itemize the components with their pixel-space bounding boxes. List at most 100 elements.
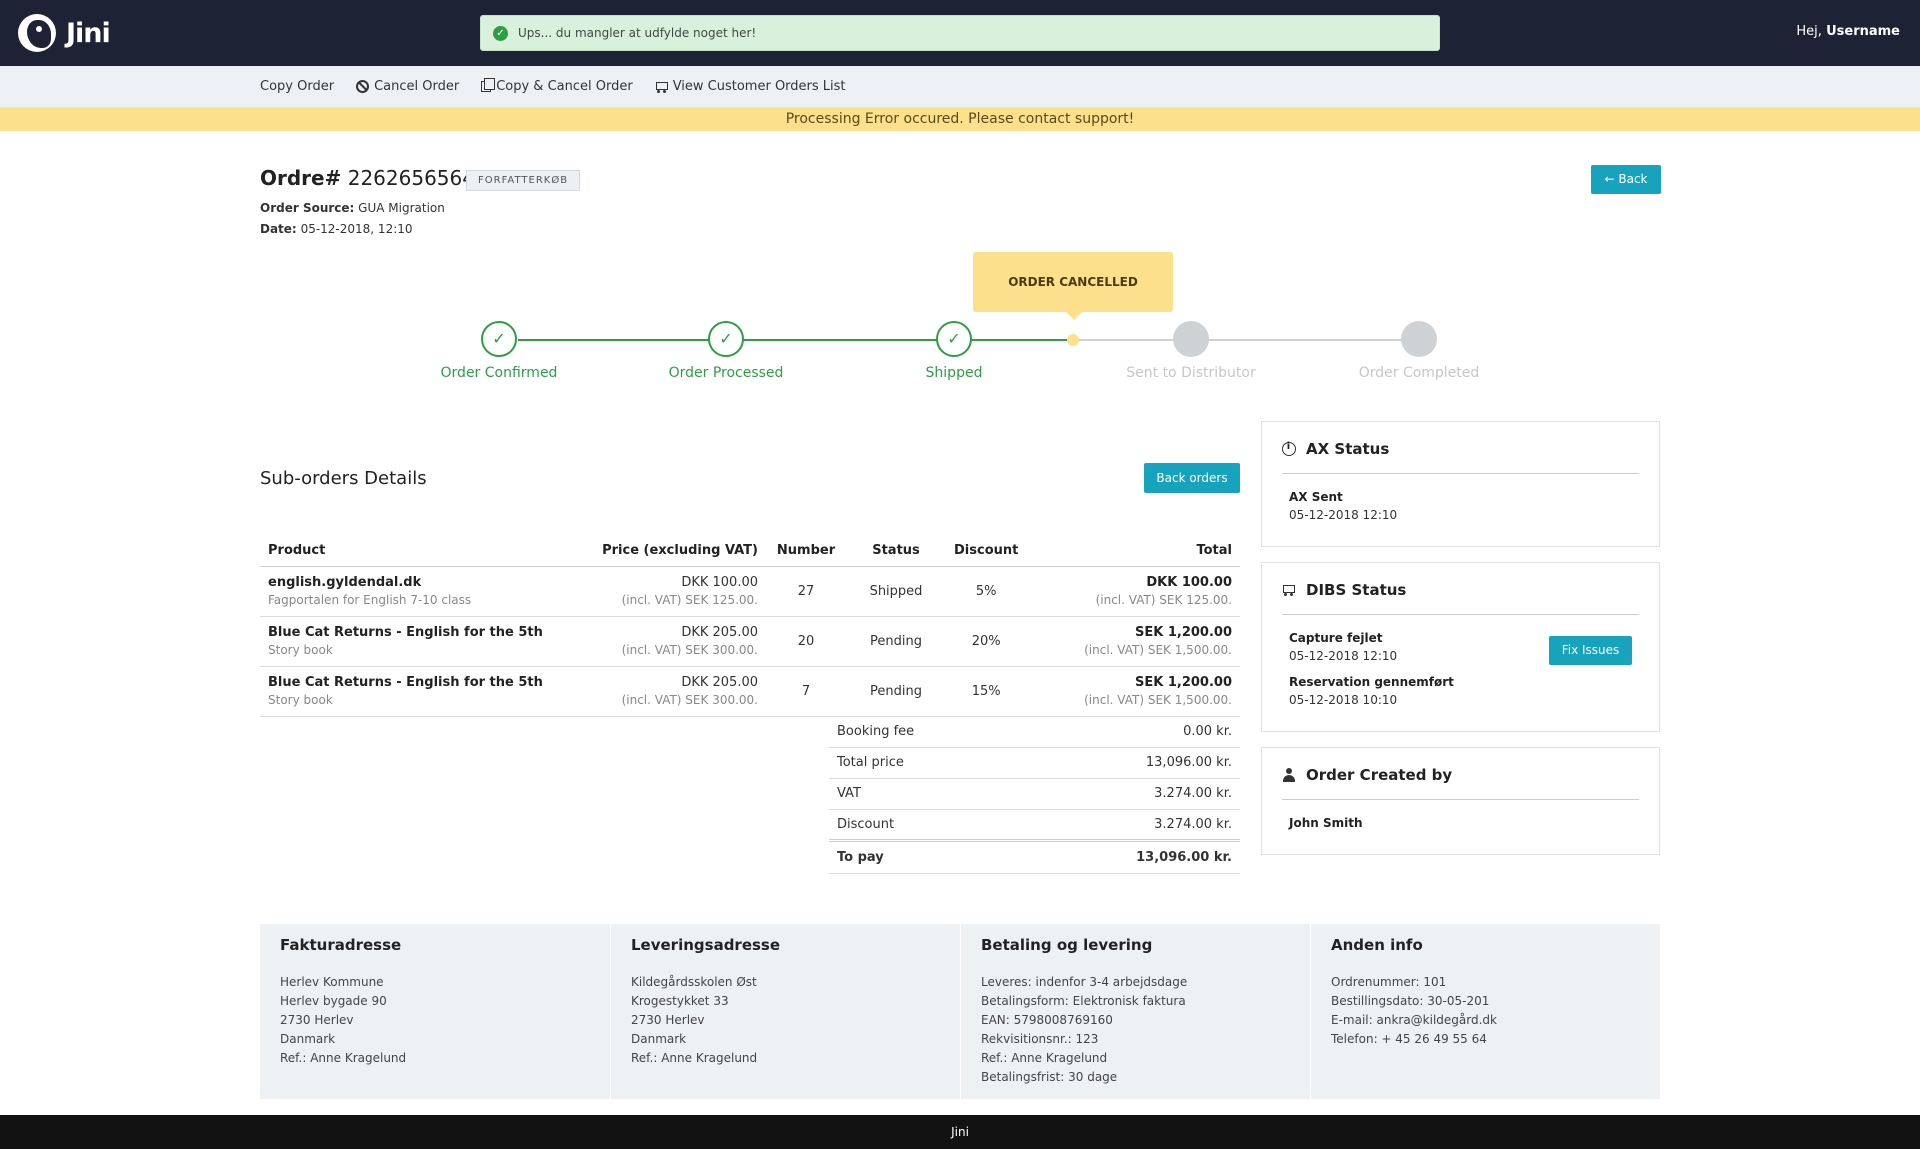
summary-row: Total price 13,096.00 kr.: [829, 747, 1240, 779]
view-customer-orders-button[interactable]: View Customer Orders List: [655, 79, 846, 94]
table-row[interactable]: Blue Cat Returns - English for the 5th St…: [260, 616, 1240, 667]
order-title-prefix: Ordre#: [260, 166, 342, 190]
summary-label: Discount: [829, 809, 1016, 841]
ax-sent-item: AX Sent 05-12-2018 12:10: [1289, 490, 1397, 522]
cancel-order-button[interactable]: Cancel Order: [356, 79, 459, 94]
order-summary-table: Booking fee 0.00 kr. Total price 13,096.00…: [829, 716, 1240, 874]
address-line: Krogestykket 33: [631, 994, 729, 1008]
step-order-confirmed-check-icon: ✓: [481, 321, 517, 357]
order-created-by-panel: Order Created by John Smith: [1261, 747, 1660, 855]
other-info: Anden info Ordrenummer: 101 Bestillingsd…: [1310, 924, 1660, 1099]
discount: 5%: [946, 566, 1027, 617]
status: Pending: [846, 666, 946, 717]
suborders-title: Sub-orders Details: [260, 468, 427, 489]
cart-icon: [655, 80, 668, 93]
price: DKK 100.00: [681, 575, 758, 590]
user-icon: [1282, 768, 1296, 782]
order-date: Date: 05-12-2018, 12:10: [260, 222, 413, 236]
table-header-row: Product Price (excluding VAT) Number Sta…: [260, 536, 1240, 567]
summary-label: Booking fee: [829, 716, 1016, 748]
address-line: Kildegårdsskolen Øst: [631, 975, 757, 989]
summary-row: VAT 3.274.00 kr.: [829, 778, 1240, 810]
order-source-value: GUA Migration: [358, 201, 445, 215]
logo-text: Jini: [66, 17, 111, 49]
summary-label: Total price: [829, 747, 1016, 779]
step-order-completed-circle: [1401, 321, 1437, 357]
fix-issues-button[interactable]: Fix Issues: [1549, 636, 1632, 665]
processing-error-banner: Processing Error occured. Please contact…: [0, 108, 1920, 131]
created-by-name-item: John Smith: [1289, 816, 1363, 830]
order-date-label: Date:: [260, 222, 297, 236]
other-info-lines: Ordrenummer: 101 Bestillingsdato: 30-05-…: [1331, 973, 1497, 1049]
dibs-status-panel: DIBS Status Capture fejlet 05-12-2018 12…: [1261, 562, 1660, 732]
current-position-marker: [1067, 334, 1079, 346]
order-source-label: Order Source:: [260, 201, 355, 215]
col-number: Number: [766, 536, 846, 567]
address-line: Danmark: [631, 1032, 687, 1046]
total-incl-vat: (incl. VAT) SEK 125.00.: [1095, 593, 1232, 607]
info-line: Ref.: Anne Kragelund: [981, 1051, 1108, 1065]
table-row[interactable]: english.gyldendal.dk Fagportalen for Engl…: [260, 566, 1240, 617]
info-icon: [1282, 441, 1296, 456]
to-pay-value: 13,096.00 kr.: [1015, 838, 1240, 874]
delivery-address-lines: Kildegårdsskolen Øst Krogestykket 33 273…: [631, 973, 757, 1068]
page-title: Ordre# 22626565644: [260, 166, 488, 190]
username: Username: [1826, 24, 1900, 39]
ax-status-header: AX Status: [1282, 440, 1639, 474]
price-incl-vat: (incl. VAT) SEK 300.00.: [621, 643, 758, 657]
bird-logo-icon: [18, 14, 56, 52]
address-line: Herlev bygade 90: [280, 994, 387, 1008]
step-label-order-confirmed: Order Confirmed: [440, 365, 558, 381]
address-line: Ref.: Anne Kragelund: [631, 1051, 758, 1065]
ax-status-panel: AX Status AX Sent 05-12-2018 12:10: [1261, 421, 1660, 547]
copy-cancel-order-button[interactable]: Copy & Cancel Order: [481, 78, 633, 94]
check-circle-icon: ✓: [493, 25, 508, 41]
summary-row: Booking fee 0.00 kr.: [829, 716, 1240, 748]
created-by-header: Order Created by: [1282, 766, 1639, 800]
view-customer-orders-label: View Customer Orders List: [672, 79, 846, 94]
order-action-bar: Copy Order Cancel Order Copy & Cancel Or…: [0, 66, 1920, 108]
cancel-order-label: Cancel Order: [374, 79, 460, 94]
payment-delivery-info: Betaling og levering Leveres: indenfor 3…: [960, 924, 1310, 1099]
col-price: Price (excluding VAT): [590, 536, 766, 567]
dibs-reservation-label: Reservation gennemført: [1289, 675, 1454, 689]
summary-row: Discount 3.274.00 kr.: [829, 809, 1240, 841]
col-product: Product: [260, 536, 590, 567]
status: Shipped: [846, 566, 946, 617]
page-footer: Jini: [0, 1115, 1920, 1149]
discount: 15%: [946, 666, 1027, 717]
user-greeting[interactable]: Hej, Username: [1796, 24, 1900, 39]
dibs-capture-label: Capture fejlet: [1289, 631, 1383, 645]
payment-delivery-title: Betaling og levering: [981, 936, 1153, 954]
top-navbar: Jini ✓ Ups... du mangler at udfylde noge…: [0, 0, 1920, 66]
address-line: Ref.: Anne Kragelund: [280, 1051, 407, 1065]
info-line: Leveres: indenfor 3-4 arbejdsdage: [981, 975, 1188, 989]
info-line: EAN: 5798008769160: [981, 1013, 1113, 1027]
created-by-name: John Smith: [1289, 816, 1363, 830]
to-pay-label: To pay: [829, 838, 1016, 874]
table-row[interactable]: Blue Cat Returns - English for the 5th St…: [260, 666, 1240, 717]
product-name: english.gyldendal.dk: [268, 575, 422, 590]
step-label-shipped: Shipped: [925, 365, 983, 381]
progress-line-pending: [1073, 339, 1419, 341]
quantity: 20: [766, 616, 846, 667]
address-line: 2730 Herlev: [631, 1013, 705, 1027]
back-orders-button[interactable]: Back orders: [1144, 463, 1240, 493]
col-discount: Discount: [946, 536, 1027, 567]
order-cancelled-bubble: ORDER CANCELLED: [973, 252, 1173, 320]
total: DKK 100.00: [1146, 575, 1232, 590]
billing-address-lines: Herlev Kommune Herlev bygade 90 2730 Her…: [280, 973, 406, 1068]
info-line: Betalingsfrist: 30 dage: [981, 1070, 1118, 1084]
total: SEK 1,200.00: [1135, 625, 1232, 640]
summary-value: 3.274.00 kr.: [1015, 778, 1240, 810]
copy-order-label: Copy Order: [260, 79, 335, 94]
quantity: 7: [766, 666, 846, 717]
jini-logo[interactable]: Jini: [18, 14, 111, 52]
back-button[interactable]: ← Back: [1591, 165, 1661, 194]
order-source: Order Source: GUA Migration: [260, 201, 445, 215]
copy-order-button[interactable]: Copy Order: [260, 79, 334, 94]
info-line: E-mail: ankra@kildegård.dk: [1331, 1013, 1497, 1027]
copy-cancel-order-label: Copy & Cancel Order: [496, 79, 633, 94]
dibs-capture-item: Capture fejlet 05-12-2018 12:10: [1289, 631, 1397, 663]
order-type-badge: FORFATTERKØB: [466, 170, 581, 191]
